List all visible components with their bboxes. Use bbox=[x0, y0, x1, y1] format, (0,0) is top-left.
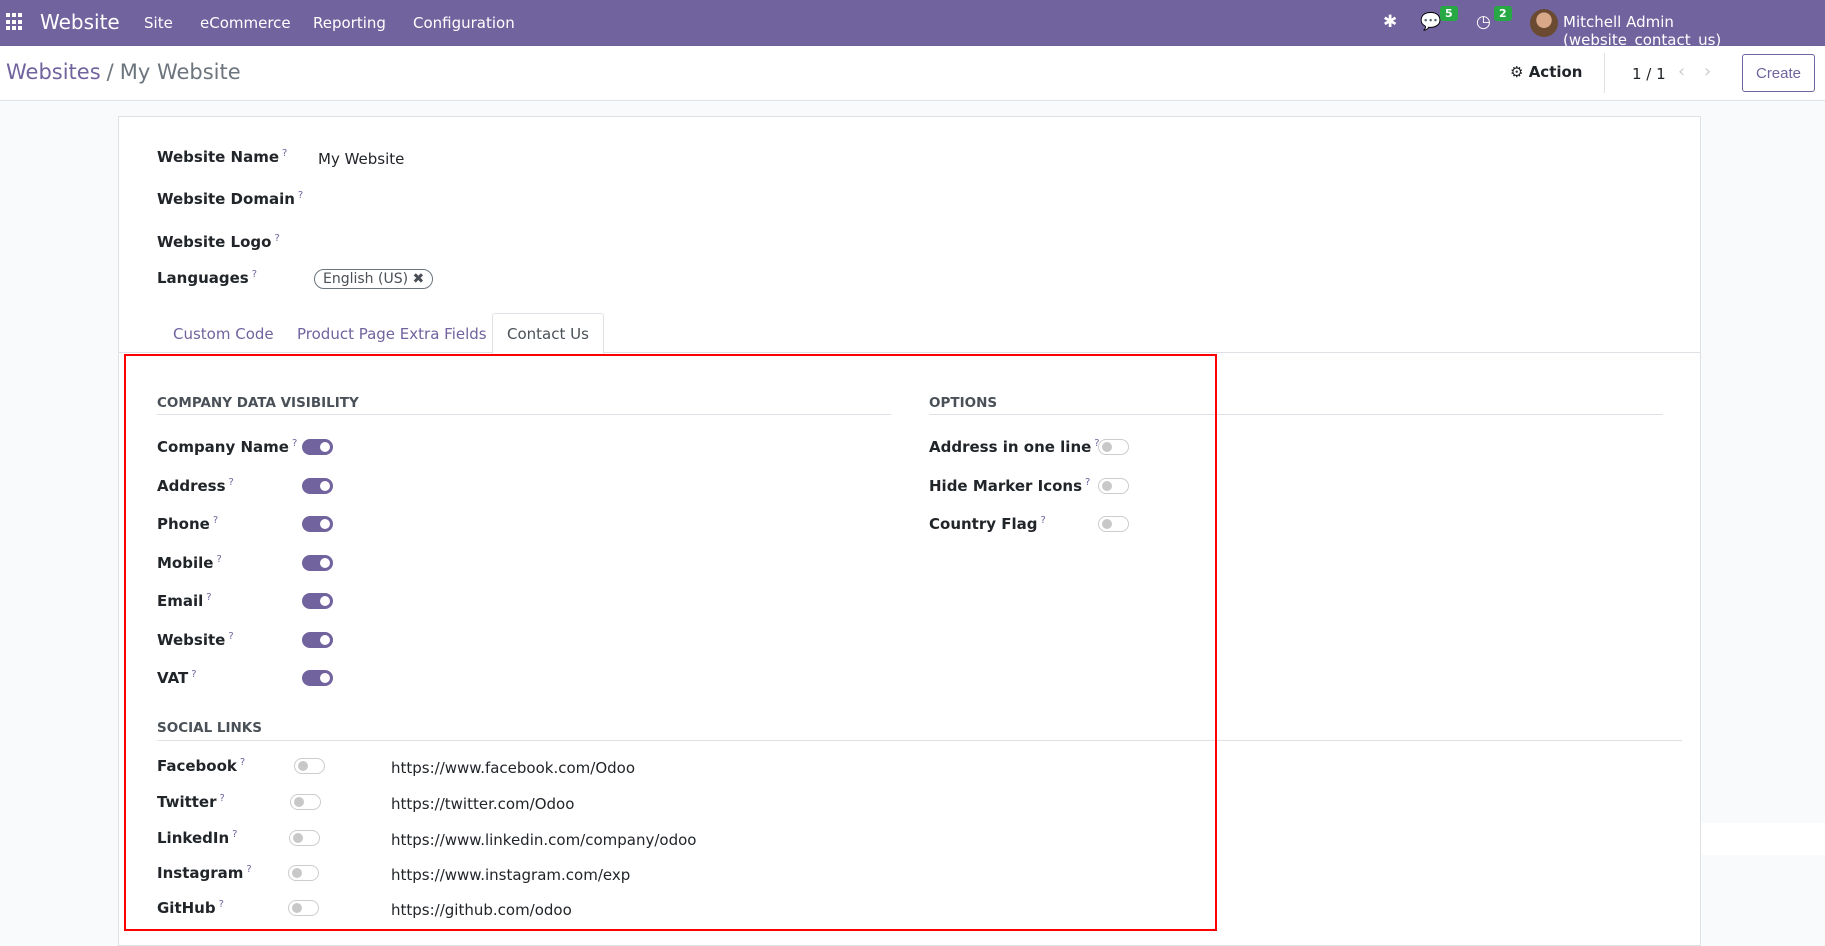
apps-menu-icon[interactable] bbox=[6, 13, 24, 31]
user-avatar[interactable] bbox=[1530, 9, 1558, 37]
action-label: Action bbox=[1528, 63, 1583, 81]
remove-tag-icon[interactable]: ✖ bbox=[413, 271, 425, 287]
breadcrumb-separator: / bbox=[106, 60, 114, 84]
gear-icon: ⚙ bbox=[1510, 63, 1524, 81]
breadcrumb-websites[interactable]: Websites bbox=[6, 60, 101, 84]
activities-badge: 2 bbox=[1494, 6, 1512, 21]
user-menu[interactable]: Mitchell Admin (website_contact_us) bbox=[1563, 13, 1825, 49]
debug-bug-icon[interactable]: ✱ bbox=[1383, 12, 1397, 32]
messages-icon[interactable]: 💬 bbox=[1420, 12, 1441, 32]
app-brand[interactable]: Website bbox=[40, 10, 120, 34]
activities-clock-icon[interactable]: ◷ bbox=[1476, 12, 1491, 32]
breadcrumb-current: My Website bbox=[119, 60, 241, 84]
label-website-name: Website Name? bbox=[157, 148, 288, 166]
tab-product-page-extra-fields[interactable]: Product Page Extra Fields bbox=[297, 325, 487, 343]
pager-value[interactable]: 1 / 1 bbox=[1632, 65, 1666, 83]
tab-custom-code[interactable]: Custom Code bbox=[173, 325, 274, 343]
top-navbar: Website Site eCommerce Reporting Configu… bbox=[0, 0, 1825, 49]
tab-contact-us[interactable]: Contact Us bbox=[492, 313, 604, 355]
label-website-domain: Website Domain? bbox=[157, 190, 304, 208]
website-name-field[interactable]: My Website bbox=[318, 150, 404, 168]
menu-configuration[interactable]: Configuration bbox=[413, 14, 515, 32]
messages-badge: 5 bbox=[1440, 6, 1458, 21]
menu-ecommerce[interactable]: eCommerce bbox=[200, 14, 291, 32]
control-panel: Websites / My Website ⚙ Action 1 / 1 ‹ › C… bbox=[0, 46, 1825, 101]
breadcrumb: Websites / My Website bbox=[6, 60, 241, 84]
tabs-border bbox=[119, 352, 1700, 353]
highlight-box bbox=[124, 354, 1217, 931]
menu-reporting[interactable]: Reporting bbox=[313, 14, 386, 32]
pager-next-icon[interactable]: › bbox=[1704, 61, 1711, 82]
label-website-logo: Website Logo? bbox=[157, 233, 280, 251]
label-languages: Languages? bbox=[157, 269, 258, 287]
menu-site[interactable]: Site bbox=[144, 14, 173, 32]
action-button[interactable]: ⚙ Action bbox=[1510, 63, 1582, 81]
white-strip bbox=[1701, 823, 1825, 855]
create-button[interactable]: Create bbox=[1742, 54, 1815, 92]
language-tag: English (US) ✖ bbox=[314, 269, 434, 289]
pager-prev-icon[interactable]: ‹ bbox=[1678, 61, 1685, 82]
divider bbox=[1604, 53, 1605, 93]
